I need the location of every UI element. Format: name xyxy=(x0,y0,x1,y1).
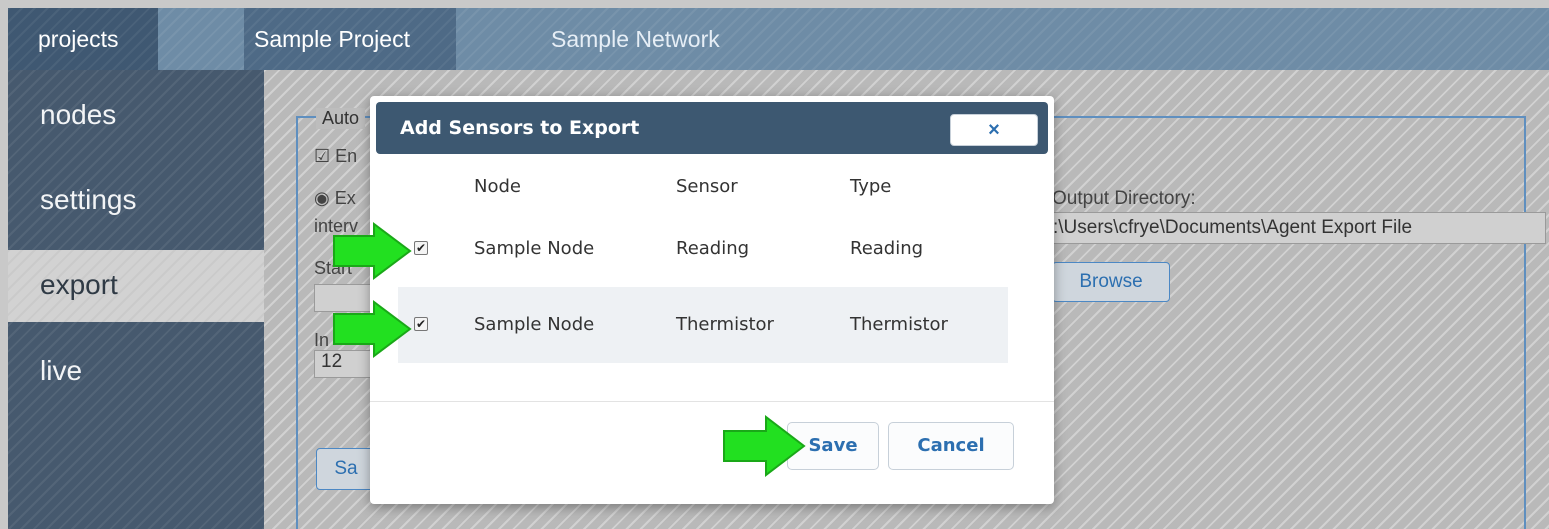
enable-option[interactable]: ☑ En xyxy=(314,146,357,167)
cancel-button[interactable]: Cancel xyxy=(888,422,1014,470)
cell-node: Sample Node xyxy=(474,314,595,335)
row-checkbox[interactable]: ✔ xyxy=(414,241,428,255)
sidebar: nodes settings export live xyxy=(8,70,264,529)
modal-header: Add Sensors to Export × xyxy=(376,102,1048,154)
table-row[interactable]: ✔ Sample Node Thermistor Thermistor xyxy=(398,287,1008,363)
tab-projects[interactable]: projects xyxy=(8,8,158,70)
sidebar-item-nodes[interactable]: nodes xyxy=(8,80,264,150)
cell-type: Thermistor xyxy=(850,314,948,335)
save-settings-button[interactable]: Sa xyxy=(316,448,376,490)
checkbox-icon: ☑ xyxy=(314,146,331,166)
export-label: Ex xyxy=(334,188,356,208)
green-arrow-icon xyxy=(333,300,412,358)
sidebar-item-settings[interactable]: settings xyxy=(8,165,264,235)
sidebar-item-export[interactable]: export xyxy=(8,250,264,322)
cell-sensor: Reading xyxy=(676,238,750,259)
output-directory-label: Output Directory: xyxy=(1052,188,1196,209)
top-navbar: projects Sample Project Sample Network xyxy=(8,8,1549,70)
close-button[interactable]: × xyxy=(950,114,1038,146)
cell-type: Reading xyxy=(850,238,924,259)
column-header-type: Type xyxy=(850,176,892,197)
output-directory-input[interactable]: :\Users\cfrye\Documents\Agent Export Fil… xyxy=(1046,212,1546,244)
enable-label: En xyxy=(335,146,358,166)
row-checkbox[interactable]: ✔ xyxy=(414,317,428,331)
table-row[interactable]: ✔ Sample Node Reading Reading xyxy=(398,211,1008,287)
column-header-node: Node xyxy=(474,176,521,197)
close-icon: × xyxy=(988,119,1000,141)
tab-sample-network[interactable]: Sample Network xyxy=(551,8,720,70)
cell-sensor: Thermistor xyxy=(676,314,774,335)
add-sensors-modal: Add Sensors to Export × Node Sensor Type… xyxy=(370,96,1054,504)
browse-button[interactable]: Browse xyxy=(1052,262,1170,302)
sidebar-item-live[interactable]: live xyxy=(8,336,264,406)
interval-label: In xyxy=(314,330,330,350)
green-arrow-icon xyxy=(333,222,412,280)
export-option[interactable]: ◉ Ex xyxy=(314,188,356,209)
modal-footer-divider xyxy=(370,401,1054,402)
column-header-sensor: Sensor xyxy=(676,176,738,197)
tab-sample-project[interactable]: Sample Project xyxy=(244,8,456,70)
fieldset-legend: Auto xyxy=(316,108,366,129)
modal-title: Add Sensors to Export xyxy=(400,117,640,139)
radio-icon: ◉ xyxy=(314,188,330,208)
cell-node: Sample Node xyxy=(474,238,595,259)
green-arrow-icon xyxy=(723,415,806,477)
